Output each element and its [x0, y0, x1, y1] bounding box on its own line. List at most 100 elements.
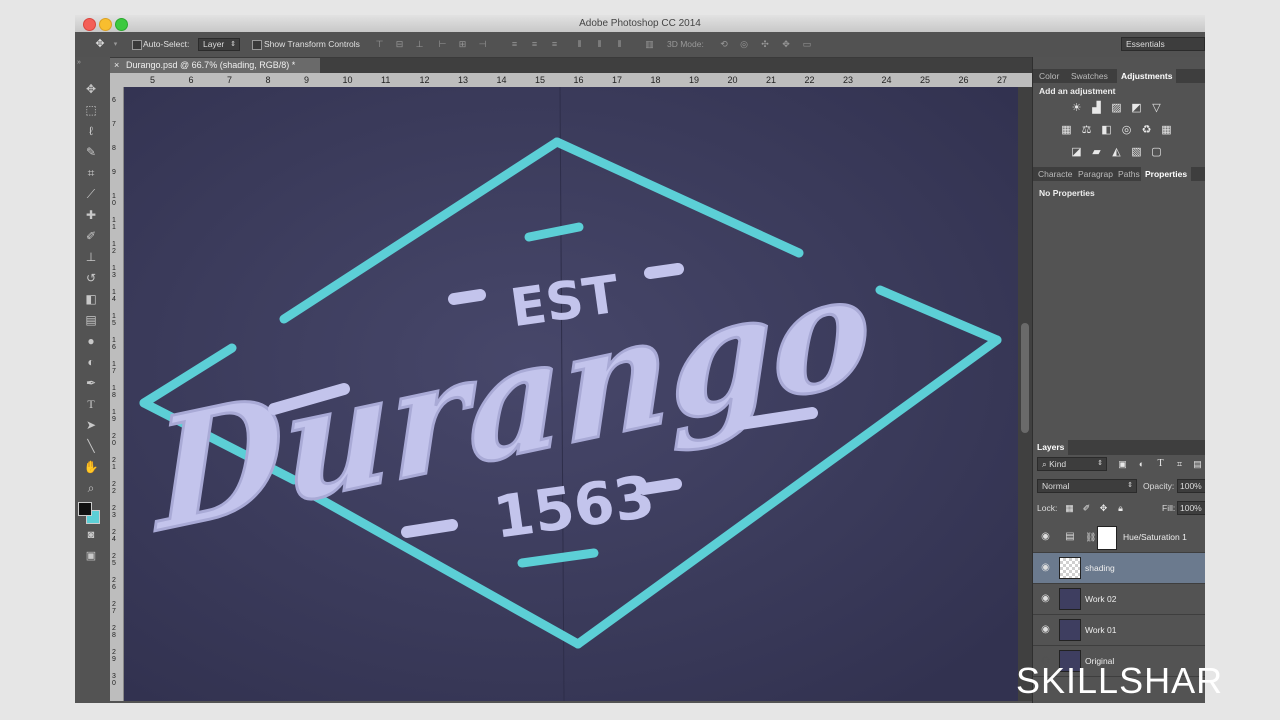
align-bottom-icon[interactable]: ⊥ — [415, 40, 424, 49]
document-canvas[interactable]: EST 1563 Durango — [124, 87, 1018, 701]
zoom-tool-icon[interactable]: ⌕ — [83, 480, 99, 496]
lasso-tool-icon[interactable]: ℓ — [83, 123, 99, 139]
black-white-icon[interactable]: ◧ — [1100, 124, 1113, 136]
auto-select-target-dropdown[interactable]: Layer ⇕ — [198, 38, 240, 51]
vibrance-icon[interactable]: ▽ — [1150, 102, 1163, 114]
3d-roll-icon[interactable]: ◎ — [738, 40, 750, 49]
align-right-icon[interactable]: ⊣ — [478, 40, 487, 49]
align-hcenter-icon[interactable]: ⊞ — [458, 40, 467, 49]
distribute-right-icon[interactable]: ⫴ — [615, 40, 624, 49]
tab-paths[interactable]: Paths — [1118, 167, 1140, 181]
document-tab[interactable]: × Durango.psd @ 66.7% (shading, RGB/8) * — [110, 58, 320, 73]
horizontal-ruler[interactable]: 5 6 7 8 9 10 11 12 13 14 15 16 17 18 19 20 21 22 23 24 25 26 2… — [110, 73, 1032, 88]
brightness-contrast-icon[interactable]: ☀ — [1070, 102, 1083, 114]
brush-tool-icon[interactable]: ✐ — [83, 228, 99, 244]
quick-selection-tool-icon[interactable]: ✎ — [83, 144, 99, 160]
eyedropper-tool-icon[interactable]: ⟋ — [83, 186, 99, 202]
gradient-tool-icon[interactable]: ▤ — [83, 312, 99, 328]
exposure-icon[interactable]: ◩ — [1130, 102, 1143, 114]
auto-select-checkbox[interactable] — [132, 40, 142, 50]
clone-stamp-tool-icon[interactable]: ⊥ — [83, 249, 99, 265]
tab-swatches[interactable]: Swatches — [1071, 69, 1108, 83]
collapse-panel-icon[interactable]: » — [77, 59, 81, 66]
healing-brush-tool-icon[interactable]: ✚ — [83, 207, 99, 223]
filter-adjustment-icon[interactable]: ◐ — [1135, 458, 1148, 470]
chevron-down-icon[interactable]: ▾ — [111, 40, 120, 49]
screen-mode-icon[interactable]: ▣ — [83, 548, 99, 564]
color-lookup-icon[interactable]: ▦ — [1160, 124, 1173, 136]
posterize-icon[interactable]: ▰ — [1090, 146, 1103, 158]
lock-all-icon[interactable]: 🔒︎ — [1114, 502, 1127, 514]
visibility-eye-icon[interactable]: ◉ — [1039, 624, 1052, 636]
align-top-icon[interactable]: ⊤ — [375, 40, 384, 49]
crop-tool-icon[interactable]: ⌗ — [83, 165, 99, 181]
zoom-window-button[interactable] — [115, 18, 128, 31]
lock-position-icon[interactable]: ✥ — [1097, 502, 1110, 514]
filter-shape-icon[interactable]: ⌗ — [1173, 458, 1186, 470]
tab-paragraph[interactable]: Paragrap — [1078, 167, 1113, 181]
marquee-tool-icon[interactable]: ⬚ — [83, 102, 99, 118]
levels-icon[interactable]: ▟ — [1090, 102, 1103, 114]
3d-pan-icon[interactable]: ✣ — [759, 40, 771, 49]
distribute-left-icon[interactable]: ⫴ — [575, 40, 584, 49]
tab-character[interactable]: Characte — [1038, 167, 1073, 181]
layer-filter-dropdown[interactable]: ⌕ Kind ⇕ — [1037, 457, 1107, 471]
hand-tool-icon[interactable]: ✋ — [83, 459, 99, 475]
history-brush-tool-icon[interactable]: ↺ — [83, 270, 99, 286]
tab-layers[interactable]: Layers — [1033, 440, 1069, 455]
lock-pixels-icon[interactable]: ✐ — [1080, 502, 1093, 514]
workspace-switcher[interactable]: Essentials — [1121, 37, 1205, 51]
minimize-window-button[interactable] — [99, 18, 112, 31]
pen-tool-icon[interactable]: ✒ — [83, 375, 99, 391]
curves-icon[interactable]: ▨ — [1110, 102, 1123, 114]
tab-color[interactable]: Color — [1039, 69, 1059, 83]
visibility-eye-icon[interactable]: ◉ — [1039, 562, 1052, 574]
dodge-tool-icon[interactable]: ◐ — [83, 354, 99, 370]
type-tool-icon[interactable]: T — [83, 396, 99, 412]
hue-saturation-icon[interactable]: ▦ — [1060, 124, 1073, 136]
3d-slide-icon[interactable]: ✥ — [780, 40, 792, 49]
visibility-eye-icon[interactable]: ◉ — [1039, 531, 1052, 543]
distribute-bottom-icon[interactable]: ≡ — [550, 40, 559, 49]
line-tool-icon[interactable]: ╲ — [83, 438, 99, 454]
color-balance-icon[interactable]: ⚖ — [1080, 124, 1093, 136]
align-vcenter-icon[interactable]: ⊟ — [395, 40, 404, 49]
opacity-field[interactable]: 100% — [1177, 479, 1205, 493]
invert-icon[interactable]: ◪ — [1070, 146, 1083, 158]
fill-field[interactable]: 100% — [1177, 501, 1205, 515]
tab-adjustments[interactable]: Adjustments — [1117, 69, 1177, 83]
visibility-eye-icon[interactable]: ◉ — [1039, 593, 1052, 605]
channel-mixer-icon[interactable]: ♻ — [1140, 124, 1153, 136]
auto-align-icon[interactable]: ▥ — [645, 40, 654, 49]
distribute-hcenter-icon[interactable]: ⫴ — [595, 40, 604, 49]
layer-row-shading[interactable]: ◉ shading — [1033, 553, 1205, 584]
close-tab-icon[interactable]: × — [114, 58, 119, 73]
distribute-top-icon[interactable]: ≡ — [510, 40, 519, 49]
scrollbar-thumb[interactable] — [1021, 323, 1029, 433]
blend-mode-dropdown[interactable]: Normal ⇕ — [1037, 479, 1137, 493]
vertical-scrollbar[interactable] — [1018, 87, 1032, 701]
blur-tool-icon[interactable]: ● — [83, 333, 99, 349]
quick-mask-icon[interactable]: ◙ — [83, 527, 99, 543]
3d-scale-icon[interactable]: ▭ — [801, 40, 813, 49]
filter-type-icon[interactable]: T — [1154, 458, 1167, 470]
close-window-button[interactable] — [83, 18, 96, 31]
layer-row-hue-saturation[interactable]: ◉ ▤ ⛓︎ Hue/Saturation 1 — [1033, 522, 1205, 553]
threshold-icon[interactable]: ◭ — [1110, 146, 1123, 158]
tab-properties[interactable]: Properties — [1141, 167, 1192, 181]
filter-smart-object-icon[interactable]: ▤ — [1191, 458, 1204, 470]
layer-row-work-01[interactable]: ◉ Work 01 — [1033, 615, 1205, 646]
photo-filter-icon[interactable]: ◎ — [1120, 124, 1133, 136]
move-tool-icon[interactable]: ✥ — [83, 81, 99, 97]
path-selection-tool-icon[interactable]: ➤ — [83, 417, 99, 433]
foreground-color-swatch[interactable] — [78, 502, 92, 516]
move-tool-preset-icon[interactable]: ✥ — [93, 39, 107, 50]
show-transform-checkbox[interactable] — [252, 40, 262, 50]
align-left-icon[interactable]: ⊢ — [438, 40, 447, 49]
eraser-tool-icon[interactable]: ◧ — [83, 291, 99, 307]
selective-color-icon[interactable]: ▢ — [1150, 146, 1163, 158]
layer-row-work-02[interactable]: ◉ Work 02 — [1033, 584, 1205, 615]
3d-rotate-icon[interactable]: ⟲ — [718, 40, 730, 49]
vertical-ruler[interactable]: 6 7 8 9 10 11 12 13 14 15 16 17 18 19 20 21 22 23 24 25 26 27… — [110, 87, 124, 701]
lock-transparent-icon[interactable]: ▦ — [1063, 502, 1076, 514]
